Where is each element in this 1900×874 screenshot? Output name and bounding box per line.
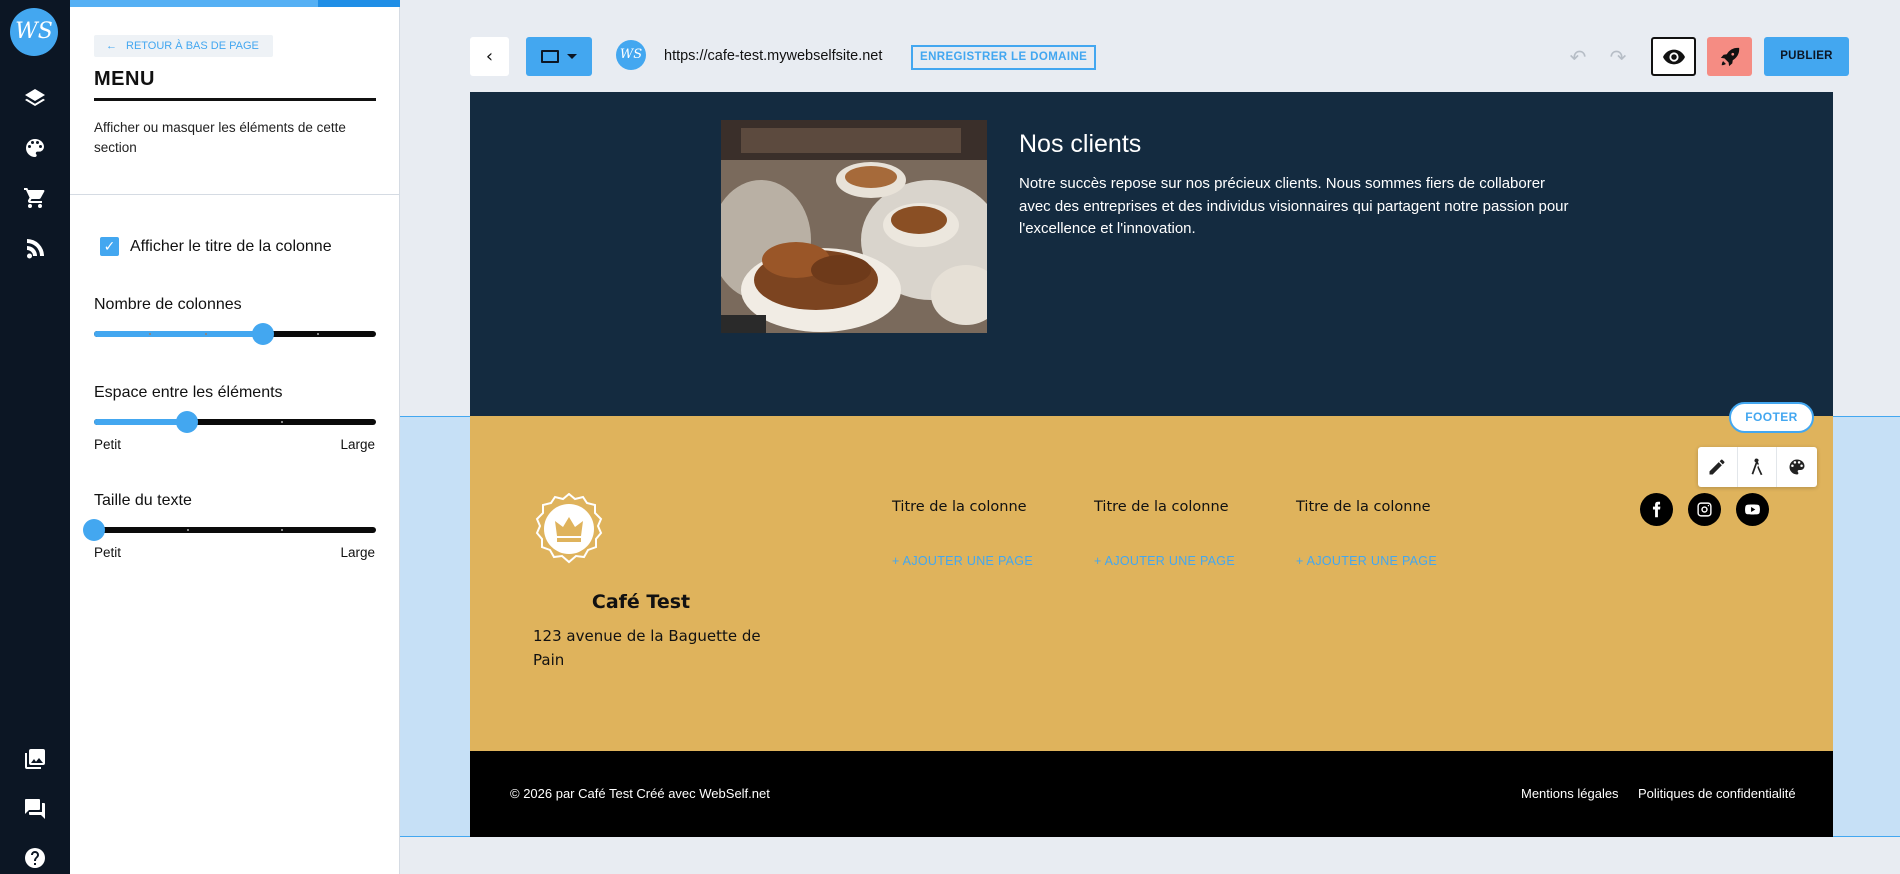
- text-size-label: Taille du texte: [94, 492, 192, 509]
- footer-section[interactable]: Café Test 123 avenue de la Baguette de P…: [470, 416, 1833, 751]
- instagram-icon[interactable]: [1688, 493, 1721, 526]
- publish-button[interactable]: PUBLIER: [1764, 37, 1849, 76]
- element-spacing-slider[interactable]: [94, 411, 376, 433]
- element-spacing-min-label: Petit: [94, 437, 122, 452]
- add-page-link[interactable]: + AJOUTER UNE PAGE: [1094, 554, 1235, 568]
- launch-button[interactable]: [1707, 37, 1752, 76]
- app: WS ← RETOUR À BAS DE PAGE MENU Afficher o…: [0, 0, 1900, 874]
- undo-icon[interactable]: ↶: [1566, 45, 1590, 69]
- panel-description: Afficher ou masquer les éléments de cett…: [94, 120, 346, 155]
- palette-icon[interactable]: [1777, 447, 1817, 487]
- legal-notice-link[interactable]: Mentions légales: [1521, 786, 1619, 801]
- panel-title: MENU: [94, 68, 376, 101]
- blog-icon[interactable]: [20, 233, 50, 263]
- images-icon[interactable]: [20, 744, 50, 774]
- text-size-slider[interactable]: [83, 519, 376, 541]
- chat-icon[interactable]: [20, 794, 50, 824]
- column-count-label: Nombre de colonnes: [94, 296, 242, 313]
- youtube-icon[interactable]: [1736, 493, 1769, 526]
- column-count-slider[interactable]: [94, 323, 376, 345]
- text-size-min-label: Petit: [94, 545, 122, 560]
- preview-button[interactable]: [1651, 37, 1696, 76]
- back-to-footer-label: RETOUR À BAS DE PAGE: [126, 40, 259, 52]
- settings-panel: ← RETOUR À BAS DE PAGE MENU Afficher ou m…: [70, 0, 400, 874]
- clients-section[interactable]: Nos clients Notre succès repose sur nos …: [470, 92, 1833, 416]
- text-size-max-label: Large: [340, 545, 375, 560]
- section-tools: [1698, 447, 1817, 487]
- footer-address[interactable]: 123 avenue de la Baguette de Pain: [533, 624, 763, 672]
- show-column-title-option[interactable]: ✓ Afficher le titre de la colonne: [100, 237, 332, 256]
- register-domain-button[interactable]: ENREGISTRER LE DOMAINE: [911, 45, 1097, 70]
- cart-icon[interactable]: [20, 183, 50, 213]
- site-logo: WS: [616, 40, 646, 70]
- webself-logo[interactable]: WS: [10, 8, 58, 56]
- redo-icon[interactable]: ↷: [1606, 45, 1630, 69]
- palette-icon[interactable]: [20, 133, 50, 163]
- element-spacing-max-label: Large: [340, 437, 375, 452]
- footer-business-name[interactable]: Café Test: [533, 591, 749, 613]
- caret-down-icon: [567, 54, 577, 59]
- panel-divider: [70, 194, 400, 195]
- add-page-link[interactable]: + AJOUTER UNE PAGE: [892, 554, 1033, 568]
- add-page-link[interactable]: + AJOUTER UNE PAGE: [1296, 554, 1437, 568]
- footer-column-title[interactable]: Titre de la colonne: [1094, 499, 1229, 515]
- site-url[interactable]: https://cafe-test.mywebselfsite.net: [664, 48, 882, 64]
- pencil-icon[interactable]: [1698, 447, 1738, 487]
- text-size-slider-handle[interactable]: [83, 519, 105, 541]
- eye-icon: [1662, 49, 1685, 64]
- show-column-title-label: Afficher le titre de la colonne: [130, 237, 332, 255]
- crown-logo[interactable]: [533, 492, 605, 565]
- editor-toolbar: ‹ WS https://cafe-test.mywebselfsite.net…: [400, 0, 1900, 92]
- layers-icon[interactable]: [20, 83, 50, 113]
- facebook-icon[interactable]: [1640, 493, 1673, 526]
- show-column-title-checkbox[interactable]: ✓: [100, 237, 119, 256]
- compass-icon[interactable]: [1738, 447, 1778, 487]
- help-icon[interactable]: [20, 843, 50, 873]
- back-to-footer-button[interactable]: ← RETOUR À BAS DE PAGE: [94, 35, 273, 57]
- device-selector[interactable]: [526, 37, 592, 76]
- desktop-icon: [541, 50, 559, 63]
- chevron-left-icon[interactable]: ‹: [470, 37, 509, 76]
- clients-text[interactable]: Notre succès repose sur nos précieux cli…: [1019, 173, 1579, 241]
- copyright-text[interactable]: © 2026 par Café Test Créé avec WebSelf.n…: [510, 786, 770, 801]
- footer-section-tag[interactable]: FOOTER: [1729, 402, 1814, 433]
- panel-progress-bar: [70, 0, 400, 7]
- footer-column-title[interactable]: Titre de la colonne: [1296, 499, 1431, 515]
- clients-heading[interactable]: Nos clients: [1019, 130, 1141, 159]
- element-spacing-slider-handle[interactable]: [176, 411, 199, 433]
- footer-column-title[interactable]: Titre de la colonne: [892, 499, 1027, 515]
- arrow-left-icon: ←: [106, 40, 117, 52]
- croissants-photo[interactable]: [721, 120, 987, 333]
- column-count-slider-handle[interactable]: [252, 323, 275, 345]
- copyright-bar[interactable]: © 2026 par Café Test Créé avec WebSelf.n…: [470, 751, 1833, 837]
- privacy-policy-link[interactable]: Politiques de confidentialité: [1638, 786, 1796, 801]
- element-spacing-label: Espace entre les éléments: [94, 384, 283, 401]
- rocket-icon: [1720, 47, 1739, 66]
- left-rail: WS: [0, 0, 70, 874]
